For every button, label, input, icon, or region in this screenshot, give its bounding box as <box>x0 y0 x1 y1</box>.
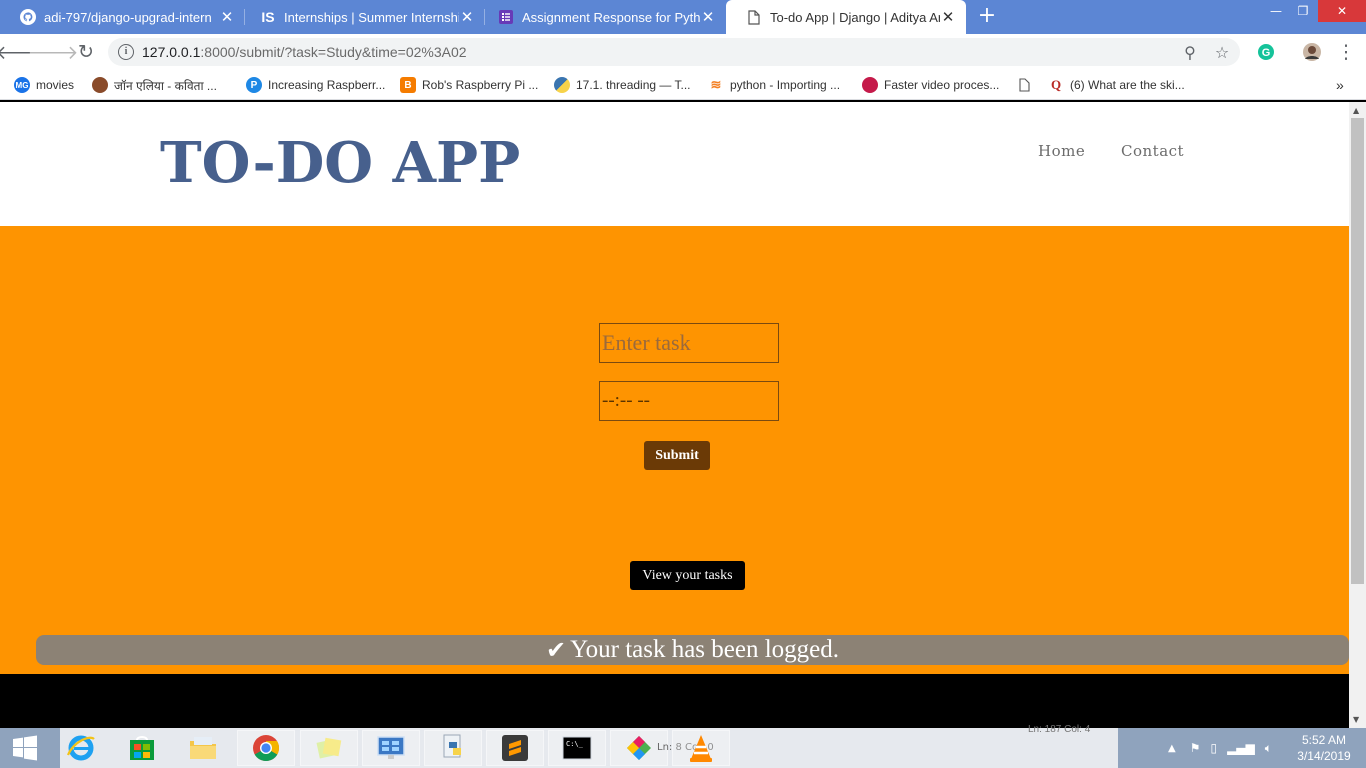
file-explorer-icon[interactable] <box>174 730 232 766</box>
chrome-icon[interactable] <box>237 730 295 766</box>
internshala-icon: IS <box>261 9 275 25</box>
bookmarks-bar: MG movies जॉन एलिया - कविता ... P Increa… <box>0 70 1366 100</box>
tab-github[interactable]: adi-797/django-upgrad-intern ✕ <box>0 0 245 34</box>
chevron-up-icon[interactable]: ▲ <box>1168 743 1176 754</box>
svg-text:G: G <box>1262 47 1271 59</box>
tab-forms[interactable]: Assignment Response for Python ✕ <box>478 0 726 34</box>
github-icon <box>20 9 36 25</box>
sticky-notes-icon[interactable] <box>300 730 358 766</box>
browser-tab-strip: adi-797/django-upgrad-intern ✕ IS Intern… <box>0 0 1366 34</box>
bookmark-item[interactable]: P Increasing Raspberr... <box>246 76 385 94</box>
tab-label: Assignment Response for Python <box>522 9 700 25</box>
restore-button[interactable]: ❐ <box>1290 0 1316 22</box>
submit-button[interactable]: Submit <box>644 441 710 470</box>
clock-time: 5:52 AM <box>1301 733 1347 747</box>
bookmark-item[interactable]: जॉन एलिया - कविता ... <box>92 76 217 94</box>
mg-icon: MG <box>14 77 30 93</box>
signal-icon[interactable]: ▂▄▆ <box>1227 741 1255 755</box>
windows-taskbar: Ln: 187 Col: 4 C:\_ Ln: 8 Col: 0 ▲ ⚑ ▯ ▂… <box>0 724 1366 768</box>
main-section: Enter task --:-- -- Submit View your tas… <box>0 226 1349 674</box>
sublime-text-icon[interactable] <box>486 730 544 766</box>
quora-icon: Q <box>1050 77 1062 92</box>
avatar-icon <box>92 77 108 93</box>
bookmark-item[interactable]: Faster video proces... <box>862 76 999 94</box>
bookmark-item[interactable]: B Rob's Raspberry Pi ... <box>400 76 538 94</box>
bookmark-star-icon[interactable]: ☆ <box>1212 42 1232 62</box>
volume-icon[interactable]: 🔈︎ <box>1265 741 1272 756</box>
bookmark-item[interactable]: ≋ python - Importing ... <box>708 76 841 94</box>
p-icon: P <box>246 77 262 93</box>
page-icon <box>746 9 762 25</box>
minimize-button[interactable]: — <box>1264 0 1288 22</box>
bookmark-item[interactable]: 17.1. threading — T... <box>554 76 691 94</box>
scrollbar-thumb[interactable] <box>1351 118 1364 584</box>
success-alert: ✔ Your task has been logged. <box>36 635 1349 665</box>
site-header: TO-DO APP Home Contact <box>0 102 1349 226</box>
blogger-icon: B <box>400 77 416 93</box>
site-logo[interactable]: TO-DO APP <box>160 130 520 196</box>
menu-icon[interactable]: ⋮ <box>1334 40 1358 64</box>
bookmark-item[interactable]: MG movies <box>14 76 74 94</box>
reload-button[interactable]: ↻ <box>74 40 98 64</box>
tab-todo-app[interactable]: To-do App | Django | Aditya Aro ✕ <box>726 0 966 34</box>
svg-text:C:\_: C:\_ <box>566 740 584 748</box>
control-panel-icon[interactable] <box>362 730 420 766</box>
close-icon[interactable]: ✕ <box>219 9 235 26</box>
browser-toolbar: 🡐 🡒 ↻ i 127.0.0.1:8000/submit/?task=Stud… <box>0 34 1366 70</box>
nav-contact-link[interactable]: Contact <box>1121 142 1184 160</box>
tab-label: To-do App | Django | Aditya Aro <box>770 9 940 25</box>
vertical-scrollbar[interactable]: ▲ ▼ <box>1349 102 1366 728</box>
clock-date: 3/14/2019 <box>1297 749 1351 763</box>
task-input[interactable]: Enter task <box>599 323 779 363</box>
tab-label: Internships | Summer Internship <box>284 9 459 25</box>
close-icon[interactable]: ✕ <box>700 9 716 26</box>
ie-icon[interactable] <box>52 730 110 766</box>
raspberry-icon <box>862 77 878 93</box>
page-viewport: TO-DO APP Home Contact Enter task --:-- … <box>0 102 1349 728</box>
scroll-down-icon[interactable]: ▼ <box>1353 715 1359 724</box>
tab-internshala[interactable]: IS Internships | Summer Internship ✕ <box>240 0 485 34</box>
alert-message: Your task has been logged. <box>570 636 840 663</box>
flag-icon[interactable]: ⚑ <box>1190 741 1201 755</box>
python-icon <box>554 77 570 93</box>
python-idle-icon[interactable] <box>424 730 482 766</box>
command-prompt-icon[interactable]: C:\_ <box>548 730 606 766</box>
vlc-icon[interactable] <box>672 730 730 766</box>
time-input[interactable]: --:-- -- <box>599 381 779 421</box>
window-close-button[interactable]: ✕ <box>1318 0 1366 22</box>
scroll-up-icon[interactable]: ▲ <box>1353 106 1359 115</box>
close-icon[interactable]: ✕ <box>940 9 956 26</box>
grammarly-icon[interactable]: G <box>1254 40 1278 64</box>
git-gui-icon[interactable]: Ln: 8 Col: 0 <box>610 730 714 766</box>
url-text[interactable]: 127.0.0.1:8000/submit/?task=Study&time=0… <box>142 44 467 60</box>
page-icon <box>1016 77 1032 93</box>
status-text: Ln: 187 Col: 4 <box>1028 724 1091 735</box>
system-tray: ▲ ⚑ ▯ ▂▄▆ 🔈︎ <box>1168 728 1272 768</box>
store-icon[interactable] <box>113 730 171 766</box>
start-button[interactable] <box>0 728 50 768</box>
bookmark-item[interactable]: Q (6) What are the ski... <box>1048 76 1185 94</box>
checkmark-icon: ✔ <box>545 637 567 664</box>
battery-icon[interactable]: ▯ <box>1210 741 1217 755</box>
zoom-icon[interactable]: ⚲ <box>1180 42 1200 62</box>
address-bar[interactable]: i 127.0.0.1:8000/submit/?task=Study&time… <box>108 38 1240 66</box>
stackoverflow-icon: ≋ <box>710 77 722 92</box>
new-tab-button[interactable]: + <box>976 5 998 27</box>
form-icon <box>498 9 514 25</box>
tab-label: adi-797/django-upgrad-intern <box>44 9 212 25</box>
nav-home-link[interactable]: Home <box>1038 142 1085 160</box>
close-icon[interactable]: ✕ <box>459 9 475 26</box>
view-tasks-button[interactable]: View your tasks <box>630 561 745 590</box>
forward-button[interactable]: 🡒 <box>28 40 79 64</box>
taskbar-clock[interactable]: 5:52 AM 3/14/2019 <box>1288 732 1360 764</box>
bookmarks-overflow-icon[interactable]: » <box>1336 76 1344 94</box>
profile-avatar[interactable] <box>1300 40 1324 64</box>
windows-logo-icon <box>13 735 37 761</box>
bookmark-item[interactable] <box>1016 76 1038 94</box>
info-icon[interactable]: i <box>118 44 134 60</box>
